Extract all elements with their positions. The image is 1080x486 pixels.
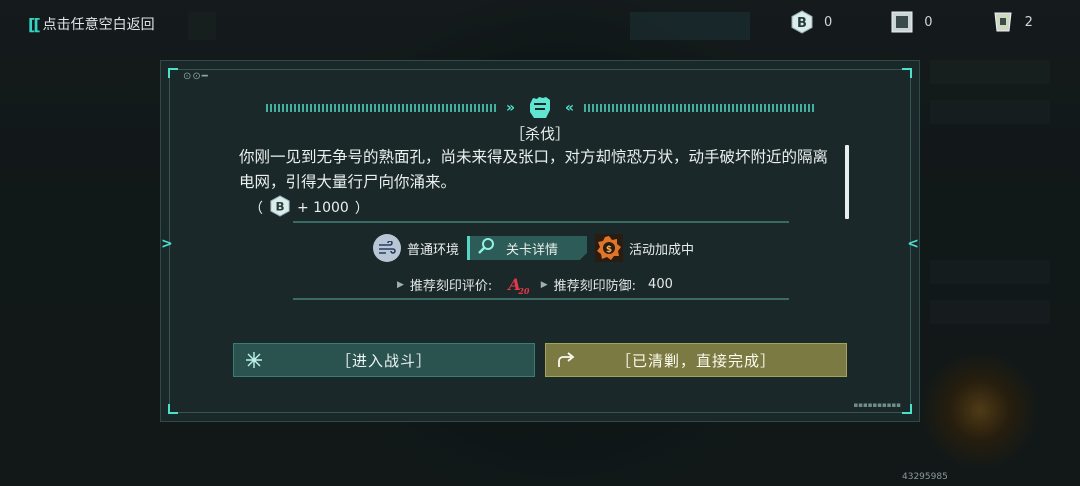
resource-chip[interactable]: 0 [890,10,933,34]
mission-title: ［杀伐］ [509,125,570,143]
search-icon [478,237,496,259]
grade-sub: 20 [518,286,530,296]
coin-b-icon: B [790,10,814,34]
svg-text:$: $ [606,245,612,255]
scrollbar[interactable] [845,145,849,219]
back-hint[interactable]: [[ 点击任意空白返回 [28,14,155,34]
corner-ornament [168,68,178,78]
back-bracket-icon: [[ [28,14,41,34]
back-label: 点击任意空白返回 [42,17,155,33]
corner-ornament [168,404,178,414]
corner-ornament [902,404,912,414]
event-bonus-icon: $ [595,234,624,262]
reward-close-paren: ） [354,201,369,217]
environment-tag: 普通环境 [373,234,459,262]
environment-label: 普通环境 [407,242,460,258]
stage-detail-button[interactable]: 关卡详情 [467,236,588,260]
crosshair-burst-icon [234,351,274,369]
resource-ticket[interactable]: 2 [991,10,1033,34]
header-stripe-right [584,104,815,112]
reward-line: （ B + 1000 ） [249,195,369,221]
divider [293,298,789,300]
dialog-header: » « [161,93,919,123]
redirect-arrow-icon [546,351,586,369]
recommendations: ▶ 推荐刻印评价: A 20 ▶ 推荐刻印防御: 400 [397,275,673,296]
auto-complete-label: ［已清剿，直接完成］ [615,351,776,370]
mission-story: 你刚一见到无争号的熟面孔，尚未来得及张口，对方却惊恐万状，动手破坏附近的隔离电网… [239,148,829,191]
right-arrow-icon: < [907,236,919,252]
svg-text:B: B [275,200,284,214]
user-id: 43295985 [902,472,948,482]
enter-battle-label: ［进入战斗］ [335,351,432,370]
chip-icon [890,10,914,34]
bonus-label: 活动加成中 [629,242,695,258]
header-stripe-left [265,104,496,112]
decor-tag-icon: ⊙⊙━ [183,71,209,82]
enter-battle-button[interactable]: ［进入战斗］ [233,343,535,377]
divider [293,221,789,223]
defense-label: 推荐刻印防御: [553,279,637,294]
resource-coin[interactable]: B 0 [790,10,832,34]
chevron-right-icon: » [505,100,515,116]
bonus-tag[interactable]: $ 活动加成中 [595,234,694,262]
defense-value: 400 [648,277,673,292]
rating-label: 推荐刻印评价: [409,279,493,294]
ticket-count: 2 [1024,14,1033,30]
coin-count: 0 [824,14,833,30]
fist-icon [525,94,555,122]
grade-badge: A 20 [508,275,529,296]
reward-amount: + 1000 [297,200,349,216]
left-arrow-icon: > [161,236,173,252]
reward-open-paren: （ [249,201,263,217]
stage-tags: 普通环境 关卡详情 $ 活动加成中 [373,234,694,262]
ticket-icon [991,10,1015,34]
decor-barcode-icon: ▪▪▪▪▪▪▪▪▪▪ [853,401,901,409]
triangle-bullet-icon: ▶ [540,279,548,290]
auto-complete-button[interactable]: ［已清剿，直接完成］ [545,343,847,377]
stage-detail-label: 关卡详情 [506,242,559,258]
svg-text:B: B [797,16,807,31]
chip-count: 0 [924,14,933,30]
coin-b-icon: B [269,195,291,221]
resource-bar: B 0 0 2 [790,10,1033,34]
chevron-left-icon: « [565,100,575,116]
wind-icon [373,234,401,262]
corner-ornament [902,68,912,78]
mission-dialog: > < ⊙⊙━ ▪▪▪▪▪▪▪▪▪▪ » « ［杀伐］ 你刚一见到无争号的熟面孔… [160,60,920,422]
triangle-bullet-icon: ▶ [397,279,404,290]
